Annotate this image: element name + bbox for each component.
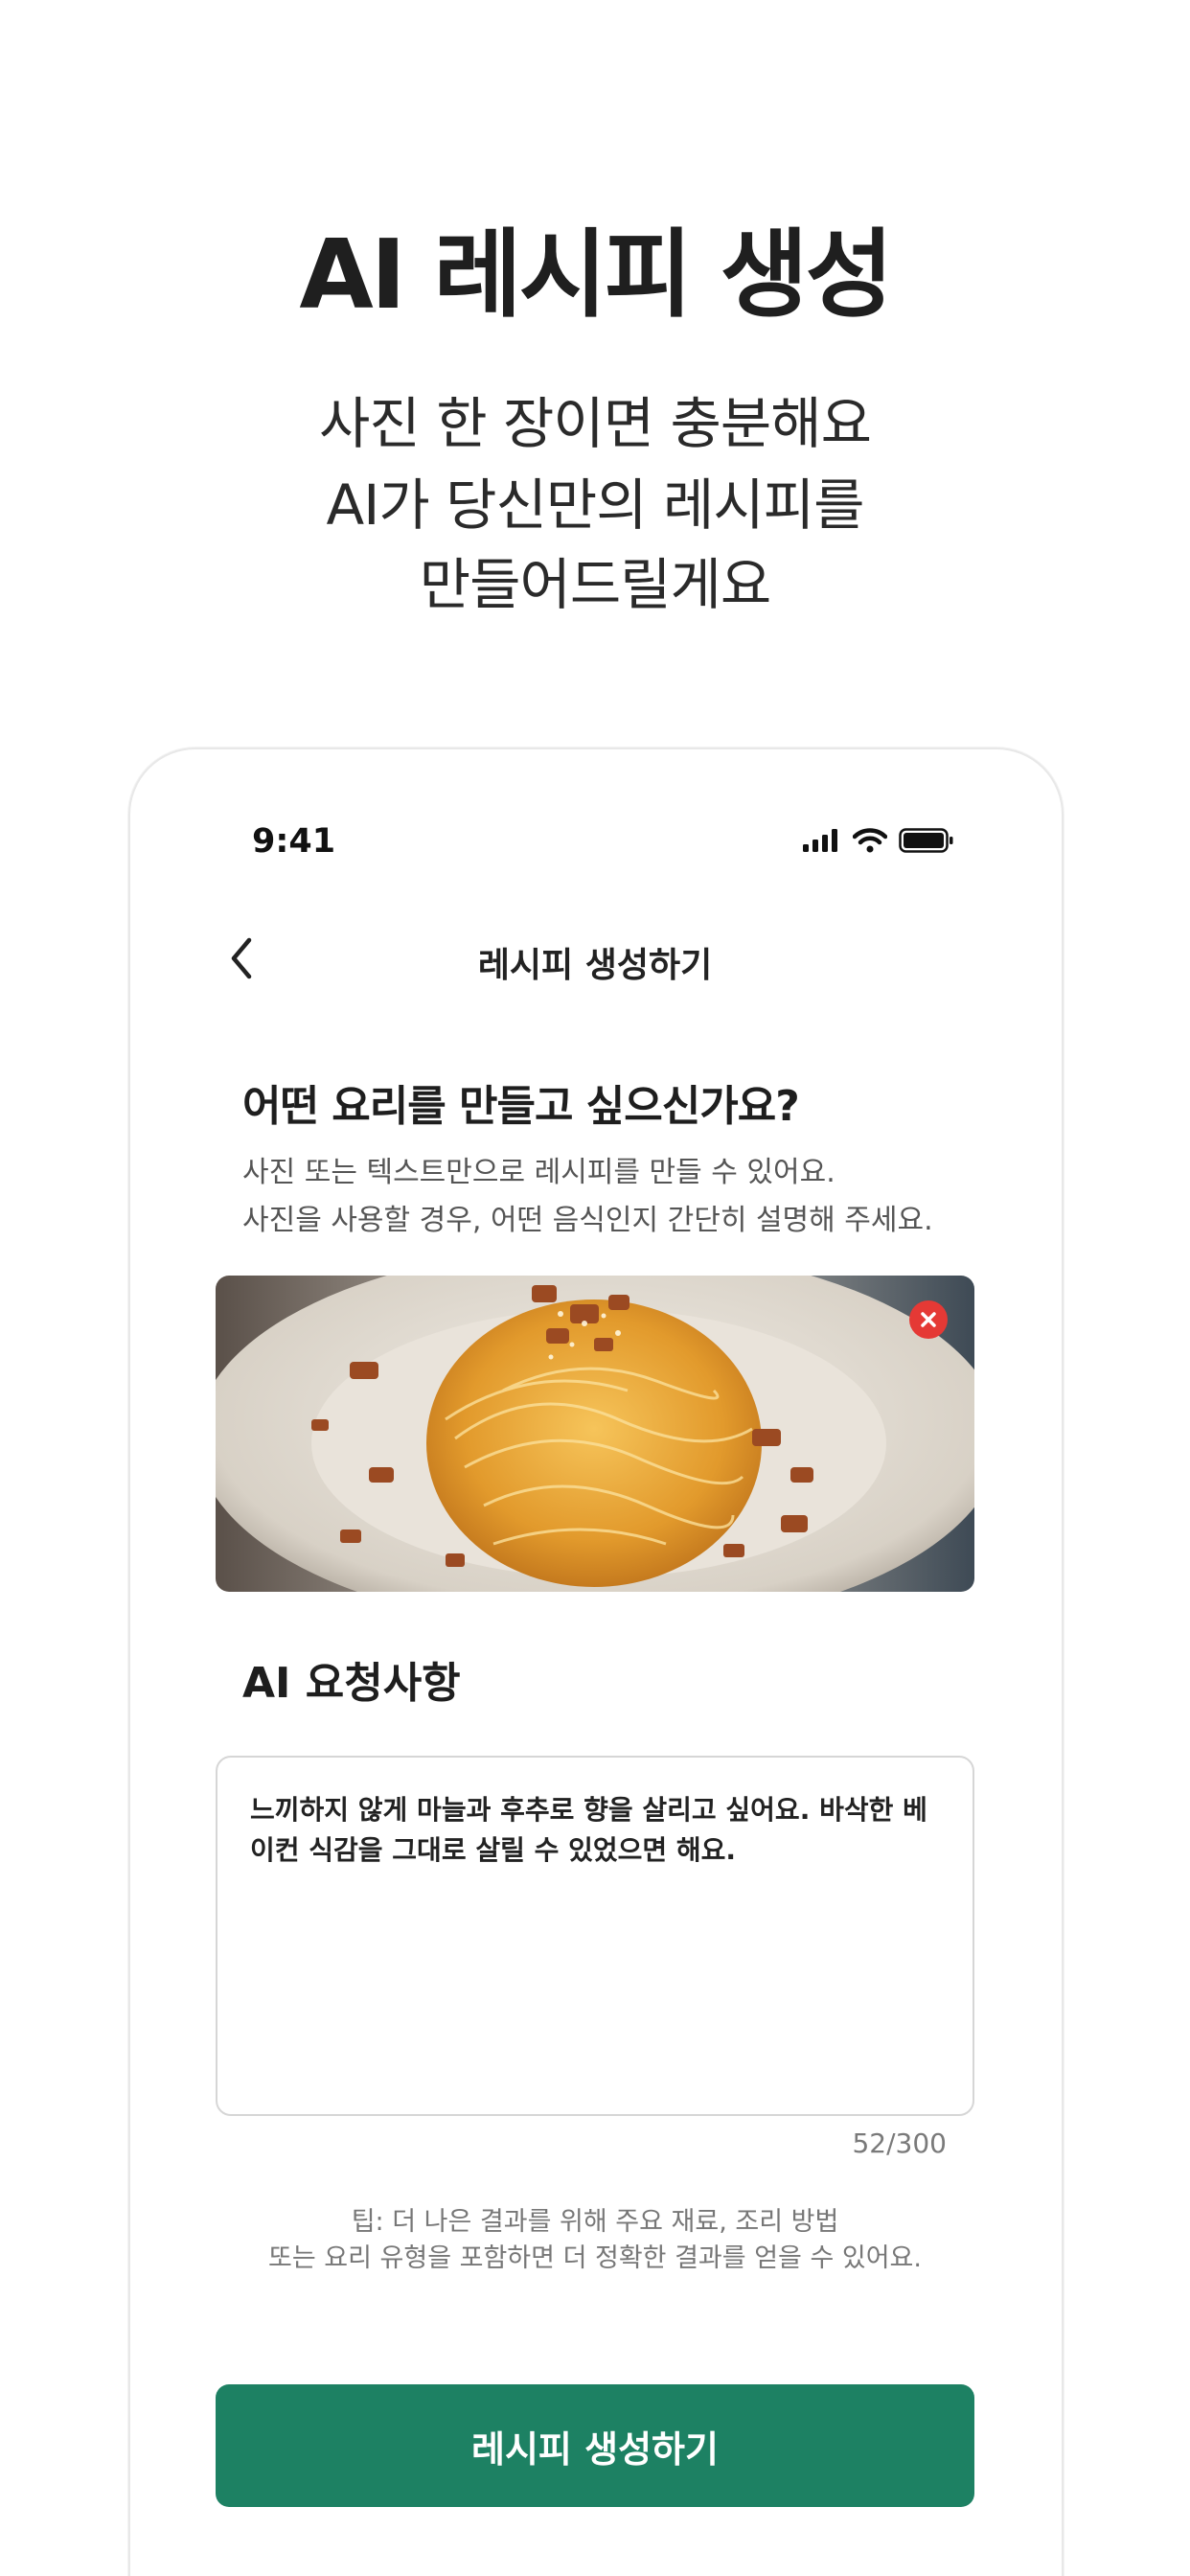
wifi-icon	[852, 828, 888, 857]
hero-subtitle-line-1: 사진 한 장이면 충분해요	[319, 391, 872, 456]
status-time: 9:41	[252, 822, 336, 861]
signal-icon	[803, 829, 841, 856]
ai-request-textarea[interactable]: 느끼하지 않게 마늘과 후추로 향을 살리고 싶어요. 바삭한 베이컨 식감을 …	[216, 1756, 974, 2116]
tip-line-2: 또는 요리 유형을 포함하면 더 정확한 결과를 얻을 수 있어요.	[268, 2243, 922, 2273]
battery-icon	[899, 828, 954, 857]
food-photo[interactable]	[216, 1276, 974, 1592]
tip-line-1: 팁: 더 나은 결과를 위해 주요 재료, 조리 방법	[351, 2207, 839, 2237]
generate-recipe-button[interactable]: 레시피 생성하기	[216, 2384, 974, 2507]
status-icons	[803, 828, 954, 857]
question-desc-line-1: 사진 또는 텍스트만으로 레시피를 만들 수 있어요.	[242, 1156, 835, 1189]
ai-request-title: AI 요청사항	[242, 1659, 461, 1708]
question-desc-line-2: 사진을 사용할 경우, 어떤 음식인지 간단히 설명해 주세요.	[242, 1204, 933, 1237]
close-icon	[921, 1312, 936, 1327]
remove-photo-button[interactable]	[909, 1300, 948, 1339]
character-counter: 52/300	[852, 2128, 947, 2159]
hero-subtitle-line-2: AI가 당신만의 레시피를	[326, 472, 865, 538]
hero-subtitle-line-3: 만들어드릴게요	[419, 552, 772, 617]
hero-title: AI 레시피 생성	[299, 218, 893, 331]
nav-title: 레시피 생성하기	[477, 946, 713, 985]
question-title: 어떤 요리를 만들고 싶으신가요?	[242, 1082, 800, 1131]
